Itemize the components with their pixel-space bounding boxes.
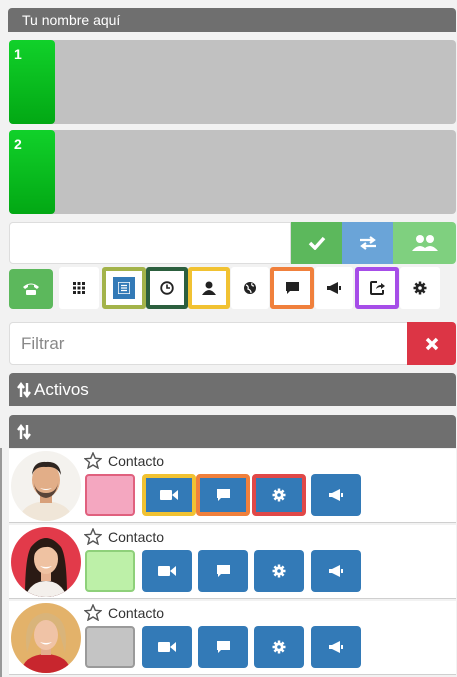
- gear-icon: [272, 488, 286, 502]
- phone-button[interactable]: [9, 269, 53, 309]
- broadcast-contact-button[interactable]: [311, 550, 361, 592]
- megaphone-icon: [327, 282, 341, 294]
- contact-settings-button[interactable]: [252, 474, 306, 516]
- line-2-panel[interactable]: 2: [9, 130, 456, 214]
- senior-woman-avatar: [11, 603, 81, 673]
- contact-settings-button[interactable]: [254, 550, 304, 592]
- divider: [0, 448, 2, 677]
- user-name: Tu nombre aquí: [22, 12, 121, 28]
- chat-contact-button[interactable]: [198, 550, 248, 592]
- star-icon[interactable]: [84, 604, 102, 621]
- dial-input[interactable]: [9, 222, 291, 264]
- line-1-panel[interactable]: 1: [9, 40, 456, 124]
- share-icon: [369, 281, 385, 295]
- line-2-indicator: 2: [9, 130, 55, 214]
- man-avatar: [11, 451, 81, 521]
- chat-icon: [285, 282, 299, 294]
- contact-row[interactable]: Contacto: [9, 601, 456, 675]
- sort-icon: [17, 423, 31, 440]
- star-icon[interactable]: [84, 528, 102, 545]
- broadcast-contact-button[interactable]: [311, 626, 361, 668]
- sort-icon: [17, 381, 31, 398]
- video-camera-icon: [158, 566, 176, 576]
- chat-icon: [216, 565, 230, 577]
- video-camera-icon: [160, 490, 178, 500]
- filter-input[interactable]: Filtrar: [9, 322, 408, 365]
- active-section-label: Activos: [34, 380, 89, 399]
- contact-name: Contacto: [84, 452, 164, 469]
- video-camera-icon: [158, 642, 176, 652]
- list-icon: [118, 282, 130, 294]
- active-section-header[interactable]: Activos: [9, 373, 456, 406]
- contact-row[interactable]: Contacto: [9, 449, 456, 523]
- chat-icon: [216, 489, 230, 501]
- video-call-button[interactable]: [142, 474, 196, 516]
- transfer-button[interactable]: [342, 222, 393, 264]
- close-icon: [425, 337, 438, 350]
- video-call-button[interactable]: [142, 550, 192, 592]
- check-icon: [308, 236, 325, 250]
- line-1-indicator: 1: [9, 40, 55, 124]
- transfer-icon: [359, 236, 376, 250]
- chat-contact-button[interactable]: [198, 626, 248, 668]
- gear-icon: [272, 640, 286, 654]
- contact-name: Contacto: [84, 528, 164, 545]
- clock-icon: [160, 281, 174, 295]
- globe-icon: [244, 282, 256, 294]
- megaphone-icon: [329, 489, 343, 501]
- user-name-bar: Tu nombre aquí: [8, 8, 456, 32]
- gear-icon: [413, 281, 427, 295]
- broadcast-button[interactable]: [315, 267, 353, 309]
- logout-button[interactable]: [355, 267, 399, 309]
- status-indicator: [85, 550, 135, 592]
- phone-icon: [23, 283, 39, 295]
- chat-icon: [216, 641, 230, 653]
- contact-name: Contacto: [84, 604, 164, 621]
- settings-button[interactable]: [400, 267, 440, 309]
- web-button[interactable]: [231, 267, 269, 309]
- contacts-list-button[interactable]: [102, 267, 146, 309]
- contact-settings-button[interactable]: [254, 626, 304, 668]
- gear-icon: [272, 564, 286, 578]
- status-indicator: [85, 474, 135, 516]
- chat-button[interactable]: [270, 267, 314, 309]
- contact-row[interactable]: Contacto: [9, 525, 456, 599]
- conference-button[interactable]: [393, 222, 456, 264]
- profile-button[interactable]: [188, 267, 230, 309]
- broadcast-contact-button[interactable]: [311, 474, 361, 516]
- clear-filter-button[interactable]: [407, 322, 456, 365]
- star-icon[interactable]: [84, 452, 102, 469]
- user-icon: [202, 281, 216, 295]
- dialpad-button[interactable]: [59, 267, 99, 309]
- group-icon: [411, 235, 438, 251]
- video-call-button[interactable]: [142, 626, 192, 668]
- woman-avatar: [11, 527, 81, 597]
- megaphone-icon: [329, 641, 343, 653]
- all-contacts-section-header[interactable]: [9, 415, 456, 448]
- status-indicator: [85, 626, 135, 668]
- history-button[interactable]: [146, 267, 188, 309]
- megaphone-icon: [329, 565, 343, 577]
- chat-contact-button[interactable]: [196, 474, 250, 516]
- call-button[interactable]: [291, 222, 342, 264]
- grid-icon: [73, 282, 85, 294]
